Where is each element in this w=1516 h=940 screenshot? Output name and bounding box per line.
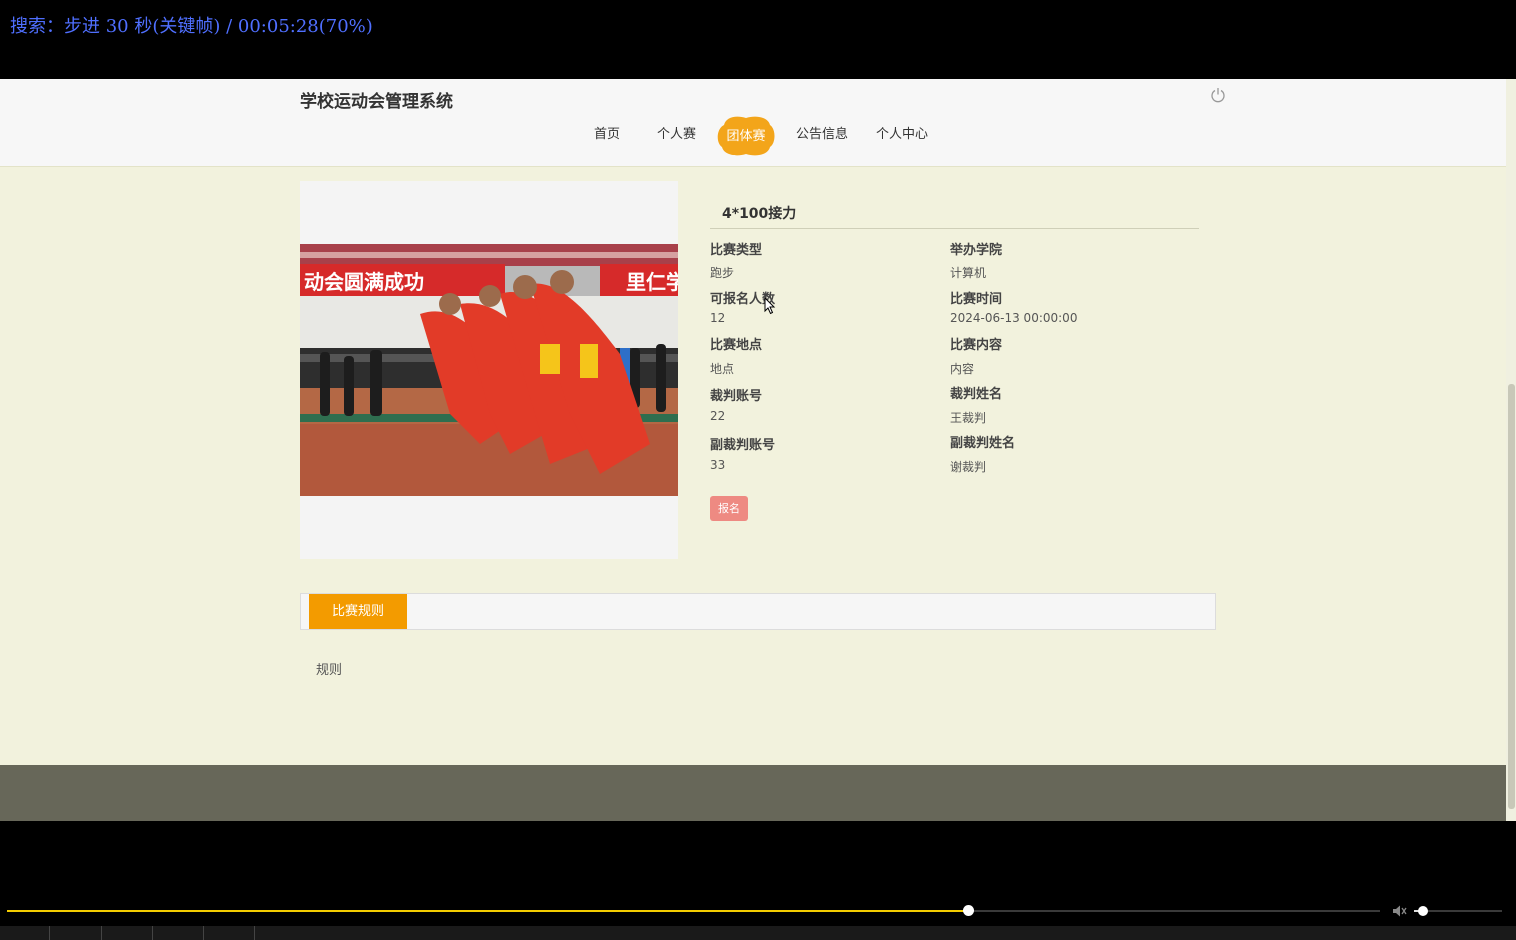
sprinters-photo: 动会圆满成功 里仁学 — [300, 244, 678, 496]
field-label-college: 举办学院 — [950, 243, 1003, 258]
player-status-bar — [0, 926, 1516, 940]
field-label-location: 比赛地点 — [710, 338, 763, 353]
field-value-assistant-referee-account: 33 — [710, 458, 726, 472]
nav-item-profile[interactable]: 个人中心 — [876, 123, 928, 142]
field-label-assistant-referee-account: 副裁判账号 — [710, 438, 776, 453]
site-footer — [0, 765, 1516, 821]
field-value-event-type: 跑步 — [710, 266, 735, 280]
field-value-location: 地点 — [710, 362, 735, 376]
seek-bar-progress — [7, 910, 968, 912]
field-value-event-time: 2024-06-13 00:00:00 — [950, 311, 1078, 325]
power-icon[interactable] — [1210, 87, 1226, 103]
nav-item-home[interactable]: 首页 — [594, 123, 620, 142]
signup-button[interactable]: 报名 — [710, 496, 748, 521]
field-value-college: 计算机 — [950, 266, 987, 280]
nav-item-announcements[interactable]: 公告信息 — [796, 123, 848, 142]
svg-text:动会圆满成功: 动会圆满成功 — [304, 270, 424, 294]
nav-item-team[interactable]: 团体赛 — [716, 113, 776, 157]
rules-content: 规则 — [316, 663, 343, 678]
main-nav: 首页 个人赛 团体赛 公告信息 个人中心 — [0, 113, 1516, 157]
field-label-assistant-referee-name: 副裁判姓名 — [950, 436, 1016, 451]
seek-bar-handle[interactable] — [963, 905, 974, 916]
mouse-cursor-icon — [764, 297, 776, 315]
field-value-referee-name: 王裁判 — [950, 411, 987, 425]
event-photo-panel: 动会圆满成功 里仁学 — [300, 181, 678, 559]
osd-search-text: 搜索：步进 30 秒(关键帧) / 00:05:28(70%) — [10, 16, 373, 37]
scrollbar-thumb[interactable] — [1508, 384, 1515, 809]
status-bar-divider — [101, 926, 102, 940]
site-title: 学校运动会管理系统 — [300, 92, 453, 112]
svg-text:里仁学: 里仁学 — [626, 270, 678, 294]
volume-icon[interactable] — [1392, 904, 1408, 918]
status-bar-divider — [152, 926, 153, 940]
nav-item-individual[interactable]: 个人赛 — [657, 123, 696, 142]
field-value-referee-account: 22 — [710, 409, 726, 423]
site-header: 学校运动会管理系统 首页 个人赛 团体赛 公告信息 个人中心 — [0, 79, 1516, 167]
tab-rules[interactable]: 比赛规则 — [309, 594, 407, 629]
status-bar-divider — [203, 926, 204, 940]
field-label-referee-name: 裁判姓名 — [950, 387, 1003, 402]
field-label-event-time: 比赛时间 — [950, 292, 1003, 307]
webpage: 学校运动会管理系统 首页 个人赛 团体赛 公告信息 个人中心 动会圆满成功 里仁… — [0, 79, 1516, 821]
field-label-event-type: 比赛类型 — [710, 243, 763, 258]
event-title: 4*100接力 — [722, 206, 797, 222]
field-value-assistant-referee-name: 谢裁判 — [950, 460, 987, 474]
volume-slider-handle[interactable] — [1418, 906, 1428, 916]
title-divider — [710, 228, 1199, 229]
field-label-content: 比赛内容 — [950, 338, 1003, 353]
tab-bar: 比赛规则 — [300, 593, 1216, 630]
status-bar-divider — [254, 926, 255, 940]
field-value-capacity: 12 — [710, 311, 726, 325]
event-photo: 动会圆满成功 里仁学 — [300, 244, 678, 496]
nav-item-team-label: 团体赛 — [726, 129, 766, 144]
field-value-content: 内容 — [950, 362, 975, 376]
field-label-referee-account: 裁判账号 — [710, 389, 763, 404]
status-bar-divider — [49, 926, 50, 940]
